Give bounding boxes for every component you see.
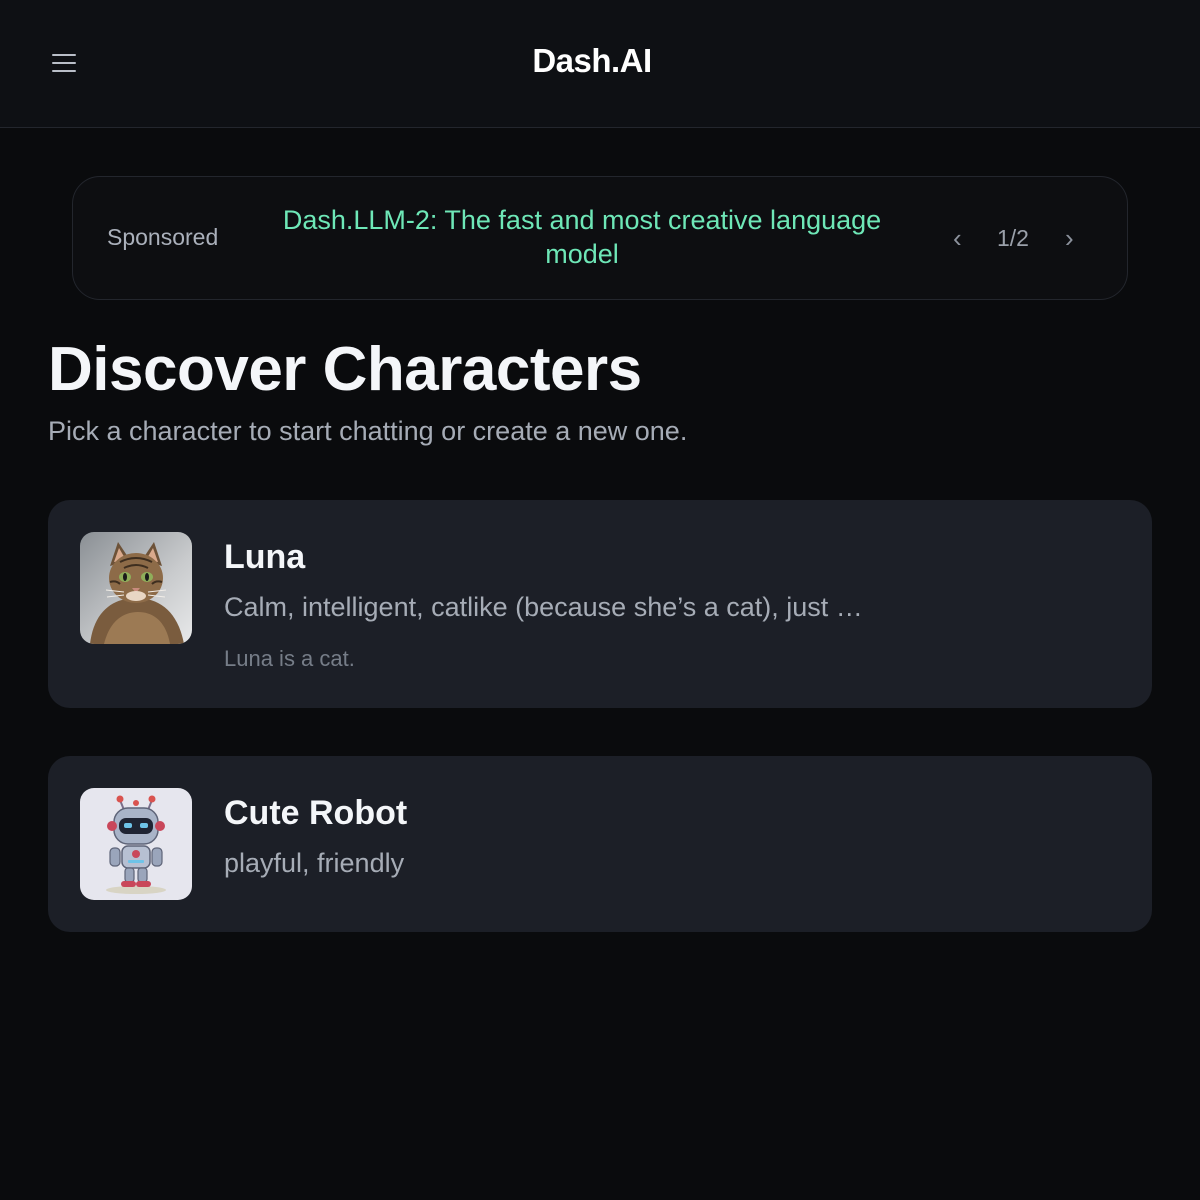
sponsored-label: Sponsored	[107, 224, 219, 250]
character-name: Luna	[224, 538, 306, 576]
page-title: Discover Characters	[48, 335, 642, 404]
character-card-luna[interactable]: Luna Calm, intelligent, catlike (because…	[48, 500, 1152, 708]
character-description: playful, friendly	[224, 848, 405, 878]
top-bar: Dash.AI	[0, 0, 1200, 128]
cat-avatar-icon	[80, 532, 192, 644]
promo-link[interactable]: Dash.LLM-2: The fast and most creative l…	[261, 203, 903, 271]
page-subtitle: Pick a character to start chatting or cr…	[48, 416, 688, 446]
robot-avatar-icon	[80, 788, 192, 900]
character-name: Cute Robot	[224, 794, 408, 832]
pager-count: 1/2	[997, 225, 1029, 251]
banner-pager: ‹ 1/2 ›	[943, 221, 1093, 255]
brand-logo[interactable]: Dash.AI	[0, 42, 1184, 80]
chevron-left-icon[interactable]: ‹	[953, 223, 962, 254]
chevron-right-icon[interactable]: ›	[1065, 223, 1074, 254]
character-greeting: Luna is a cat.	[224, 646, 355, 671]
character-card-cute-robot[interactable]: Cute Robot playful, friendly	[48, 756, 1152, 932]
sponsored-banner: Sponsored Dash.LLM-2: The fast and most …	[72, 176, 1128, 300]
character-description: Calm, intelligent, catlike (because she’…	[224, 592, 864, 622]
